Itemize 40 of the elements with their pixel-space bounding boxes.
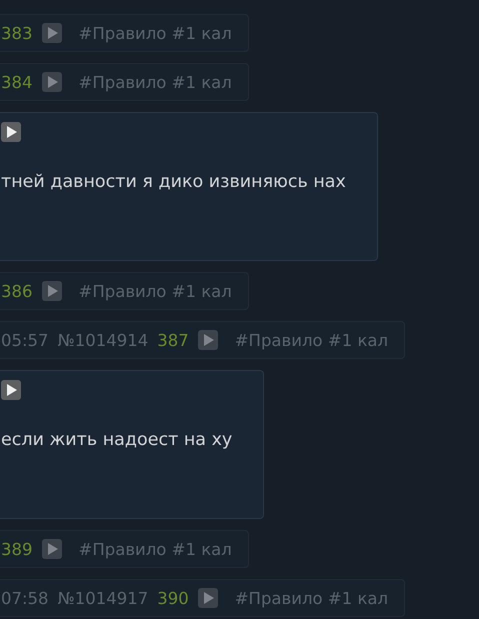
play-button[interactable]	[42, 72, 62, 92]
hidden-post-bar[interactable]: 386 #Правило #1 кал	[0, 272, 249, 310]
play-icon	[48, 285, 58, 297]
hide-reason: #Правило #1 кал	[78, 72, 232, 92]
hidden-post-bar[interactable]: 05:57 №1014914 387 #Правило #1 кал	[0, 321, 406, 359]
play-button[interactable]	[198, 588, 218, 608]
hidden-post-bar[interactable]: 384 #Правило #1 кал	[0, 63, 249, 101]
hide-reason: #Правило #1 кал	[234, 330, 388, 350]
hidden-post-bar[interactable]: 07:58 №1014917 390 #Правило #1 кал	[0, 579, 406, 617]
play-icon	[7, 126, 17, 138]
post-number[interactable]: №1014914	[58, 330, 148, 350]
hidden-post-bar[interactable]: 389 #Правило #1 кал	[0, 530, 249, 568]
play-button[interactable]	[198, 330, 218, 350]
play-button[interactable]	[42, 539, 62, 559]
play-button[interactable]	[1, 122, 21, 142]
post-number[interactable]: №1014917	[58, 588, 148, 608]
post-count: 387	[157, 330, 189, 350]
hide-reason: #Правило #1 кал	[78, 540, 232, 558]
post-count: 390	[157, 588, 189, 608]
play-button[interactable]	[42, 281, 62, 301]
post-time: 05:57	[1, 330, 49, 350]
hidden-post-bar[interactable]: 383 #Правило #1 кал	[0, 14, 249, 52]
play-icon	[48, 27, 58, 39]
play-icon	[204, 592, 214, 604]
post-count: 386	[1, 282, 32, 300]
post-time: 07:58	[1, 588, 49, 608]
hide-reason: #Правило #1 кал	[234, 588, 388, 608]
post-count: 389	[1, 540, 32, 558]
post-text: если жить надоест на ху	[1, 430, 232, 450]
play-icon	[48, 543, 58, 555]
play-button[interactable]	[1, 380, 21, 400]
play-icon	[204, 334, 214, 346]
post-text: тней давности я дико извиняюсь нах	[1, 172, 346, 192]
hide-reason: #Правило #1 кал	[78, 24, 232, 42]
post-count: 383	[1, 24, 32, 42]
post-count: 384	[1, 72, 32, 92]
play-icon	[48, 76, 58, 88]
hide-reason: #Правило #1 кал	[78, 282, 232, 300]
play-button[interactable]	[42, 23, 62, 43]
play-icon	[7, 384, 17, 396]
